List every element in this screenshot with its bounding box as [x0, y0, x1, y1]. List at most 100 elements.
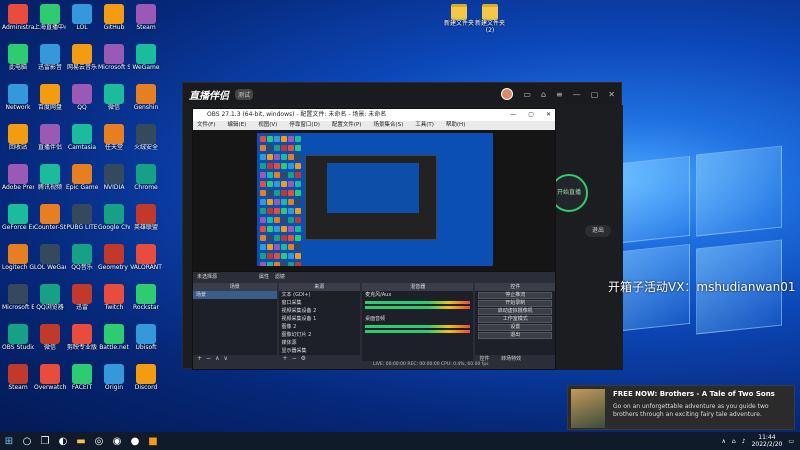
windows-start-icon[interactable]: ⊞ [0, 432, 18, 450]
desktop-shortcut[interactable]: Geometry Dash [98, 244, 130, 271]
desktop-shortcut[interactable]: 百度网盘 [34, 84, 66, 111]
desktop-shortcut[interactable]: Logitech G HUB [2, 244, 34, 271]
desktop-shortcut[interactable]: LOL [66, 4, 98, 31]
maximize-icon[interactable]: ▢ [591, 90, 599, 99]
clock[interactable]: 11:44 2022/2/20 [752, 434, 783, 448]
desktop-shortcut[interactable]: Steam [2, 364, 34, 391]
studio-mode-button[interactable]: 工作室模式 [478, 316, 552, 323]
source-item[interactable]: 媒体源 [279, 339, 361, 347]
desktop-shortcut[interactable]: 任天堂 [98, 124, 130, 151]
desktop-shortcut[interactable]: 直播伴侣 [34, 124, 66, 151]
chevron-up-icon[interactable]: ∧ [722, 438, 726, 445]
volume-icon[interactable]: ♪ [742, 438, 746, 445]
live-companion-icon[interactable]: ■ [144, 432, 162, 450]
exit-button[interactable]: 退出 [585, 225, 611, 237]
desktop-shortcut[interactable]: QQ [66, 84, 98, 111]
desktop-shortcut[interactable]: 迅雷 [66, 284, 98, 311]
desktop-shortcut[interactable]: 上海直播中心 [34, 4, 66, 31]
desktop-shortcut[interactable]: 微信 [34, 324, 66, 351]
desktop-shortcut[interactable]: 微信 [98, 84, 130, 111]
menu-item-scene-collection[interactable]: 场景集合(S) [373, 121, 403, 130]
desktop-shortcut[interactable]: 腾讯视频 [34, 164, 66, 191]
menu-item-help[interactable]: 帮助(H) [446, 121, 465, 130]
edge-icon[interactable]: ◐ [54, 432, 72, 450]
virtual-camera-button[interactable]: 启动虚拟摄像机 [478, 308, 552, 315]
stop-streaming-button[interactable]: 停止推流 [478, 292, 552, 299]
volume-slider[interactable] [365, 306, 471, 309]
desktop-shortcut[interactable]: Chrome [130, 164, 162, 191]
desktop-shortcut[interactable]: Google Chrome [98, 204, 130, 231]
task-view-icon[interactable]: ❐ [36, 432, 54, 450]
desktop-shortcut[interactable]: Discord [130, 364, 162, 391]
obs-preview[interactable] [193, 130, 555, 278]
network-icon[interactable]: ⌂ [732, 438, 736, 445]
desktop-shortcut[interactable]: QQ音乐 [66, 244, 98, 271]
desktop-shortcut[interactable]: Steam [130, 4, 162, 31]
menu-item-edit[interactable]: 编辑(E) [227, 121, 246, 130]
desktop-folder-2[interactable]: 新建文件夹 (2) [472, 4, 508, 34]
settings-button[interactable]: 设置 [478, 324, 552, 331]
desktop-shortcut[interactable]: Epic Games Launcher [66, 164, 98, 191]
minimize-icon[interactable]: — [573, 90, 581, 99]
desktop-shortcut[interactable]: Adobe Premiere Pro 2022 [2, 164, 34, 191]
close-icon[interactable]: ✕ [546, 109, 551, 121]
source-item[interactable]: 显示器采集 [279, 347, 361, 355]
minimize-icon[interactable]: — [510, 109, 516, 121]
menu-item-file[interactable]: 文件(F) [197, 121, 215, 130]
desktop-shortcut[interactable]: VALORANT [130, 244, 162, 271]
start-recording-button[interactable]: 开始录制 [478, 300, 552, 307]
desktop-shortcut[interactable]: 网易云音乐 [66, 44, 98, 71]
desktop-shortcut[interactable]: PUBG LITE [66, 204, 98, 231]
desktop-shortcut[interactable]: Ubisoft [130, 324, 162, 351]
steam-icon[interactable]: ◎ [90, 432, 108, 450]
source-item[interactable]: 视频采集设备 2 [279, 307, 361, 315]
desktop-shortcut[interactable]: OBS Studio [2, 324, 34, 351]
desktop-shortcut[interactable]: 火绒安全 [130, 124, 162, 151]
desktop-shortcut[interactable]: 剪映专业版 [66, 324, 98, 351]
desktop-shortcut[interactable]: 此电脑 [2, 44, 34, 71]
desktop-shortcut[interactable]: Administrator [2, 4, 34, 31]
desktop-shortcut[interactable]: Microsoft Store [98, 44, 130, 71]
desktop-shortcut[interactable]: 迅雷影音 [34, 44, 66, 71]
desktop-shortcut[interactable]: Rockstar [130, 284, 162, 311]
shirt-icon[interactable]: ⌂ [541, 90, 546, 99]
desktop-shortcut[interactable]: WeGame [130, 44, 162, 71]
exit-button[interactable]: 退出 [478, 332, 552, 339]
desktop-shortcut[interactable]: Counter-Strike [34, 204, 66, 231]
desktop-shortcut[interactable]: Camtasia [66, 124, 98, 151]
menu-item-tools[interactable]: 工具(T) [415, 121, 434, 130]
desktop-shortcut[interactable]: Overwatch [34, 364, 66, 391]
notification-icon[interactable]: ▭ [788, 438, 794, 445]
properties-button[interactable]: 属性 [259, 274, 269, 280]
desktop-shortcut[interactable]: 英雄联盟 [130, 204, 162, 231]
folder-icon[interactable]: ▬ [72, 432, 90, 450]
desktop-shortcut[interactable]: GeForce Experience [2, 204, 34, 231]
chrome-icon[interactable]: ◉ [108, 432, 126, 450]
source-item[interactable]: 窗口采集 [279, 299, 361, 307]
source-item[interactable]: 文本 (GDI+) [279, 291, 361, 299]
desktop-shortcut[interactable]: Microsoft Edge [2, 284, 34, 311]
notification-toast[interactable]: FREE NOW: Brothers - A Tale of Two Sons … [567, 385, 795, 430]
obs-icon[interactable]: ● [126, 432, 144, 450]
desktop-shortcut[interactable]: NVIDIA [98, 164, 130, 191]
menu-item-docks[interactable]: 停靠窗口(D) [289, 121, 320, 130]
desktop-shortcut[interactable]: Origin [98, 364, 130, 391]
desktop-shortcut[interactable]: Twitch [98, 284, 130, 311]
message-icon[interactable]: ▭ [523, 90, 531, 99]
filters-button[interactable]: 滤镜 [275, 274, 285, 280]
scene-item[interactable]: 场景 [193, 291, 277, 299]
search-icon[interactable]: ○ [18, 432, 36, 450]
source-item[interactable]: 图像幻灯片 2 [279, 331, 361, 339]
desktop-shortcut[interactable]: Genshin [130, 84, 162, 111]
desktop-shortcut[interactable]: Battle.net [98, 324, 130, 351]
source-item[interactable]: 图像 2 [279, 323, 361, 331]
menu-icon[interactable]: ≡ [556, 90, 563, 99]
desktop-shortcut[interactable]: GitHub [98, 4, 130, 31]
avatar[interactable] [501, 88, 514, 100]
source-item[interactable]: 视频采集设备 1 [279, 315, 361, 323]
desktop-shortcut[interactable]: 回收站 [2, 124, 34, 151]
menu-item-profile[interactable]: 配置文件(P) [332, 121, 362, 130]
volume-slider[interactable] [365, 330, 471, 333]
desktop-shortcut[interactable]: Network [2, 84, 34, 111]
desktop-shortcut[interactable]: LOL WeGame [34, 244, 66, 271]
